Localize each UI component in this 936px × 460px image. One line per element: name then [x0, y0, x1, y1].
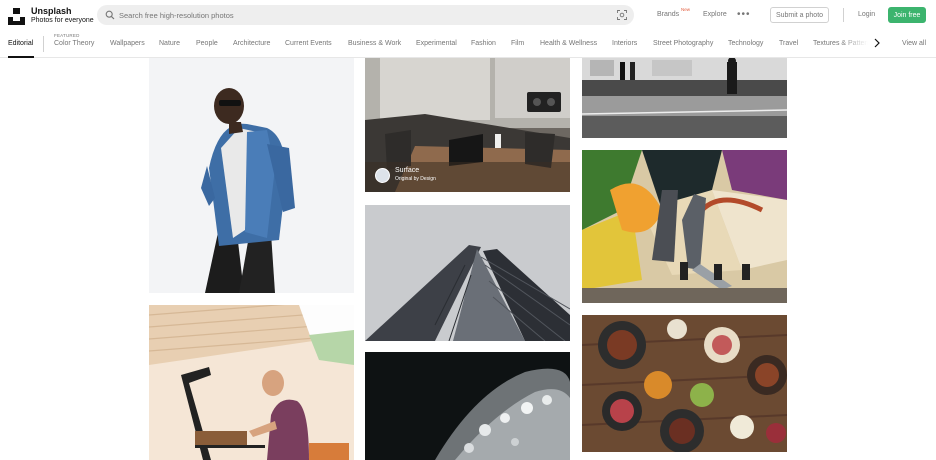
visual-search-icon[interactable]: [617, 10, 627, 20]
topic-experimental[interactable]: Experimental: [416, 40, 457, 47]
explore-link[interactable]: Explore: [703, 11, 727, 18]
sponsor-name: Surface: [395, 167, 420, 174]
topic-fashion[interactable]: Fashion: [471, 40, 496, 47]
brand-tagline: Photos for everyone: [31, 17, 94, 24]
sponsor-subtitle: Original by Design: [395, 176, 436, 182]
photo-skyscraper[interactable]: [365, 205, 570, 341]
search-bar[interactable]: [97, 5, 634, 25]
topic-wallpapers[interactable]: Wallpapers: [110, 40, 145, 47]
featured-label: FEATURED: [54, 33, 80, 38]
photo-bokeh-water[interactable]: [365, 352, 570, 460]
top-header: Unsplash Photos for everyone Brands New …: [0, 0, 936, 30]
view-all-link[interactable]: View all: [902, 40, 926, 47]
login-link[interactable]: Login: [858, 11, 875, 18]
topic-current-events[interactable]: Current Events: [285, 40, 332, 47]
active-tab-indicator: [8, 56, 34, 58]
photo-street-bw[interactable]: [582, 58, 787, 138]
unsplash-logo-icon: [8, 7, 25, 25]
join-free-button[interactable]: Join free: [888, 7, 926, 23]
topic-health-wellness[interactable]: Health & Wellness: [540, 40, 597, 47]
topic-nature[interactable]: Nature: [159, 40, 180, 47]
topic-technology[interactable]: Technology: [728, 40, 763, 47]
topics-divider: [43, 36, 44, 52]
topic-business-work[interactable]: Business & Work: [348, 40, 401, 47]
sponsor-avatar: [375, 167, 390, 183]
photo-graffiti-wall[interactable]: [582, 150, 787, 303]
more-menu-icon[interactable]: •••: [737, 9, 751, 20]
topic-architecture[interactable]: Architecture: [233, 40, 270, 47]
new-badge: New: [681, 7, 691, 12]
topic-interiors[interactable]: Interiors: [612, 40, 637, 47]
topics-bar: Editorial FEATURED Color Theory Wallpape…: [0, 30, 936, 58]
photo-man-denim-jacket[interactable]: [149, 58, 354, 293]
search-icon[interactable]: [105, 10, 115, 20]
sponsor-credit[interactable]: Surface Original by Design: [375, 167, 436, 183]
header-divider: [843, 8, 844, 22]
chevron-right-icon[interactable]: [873, 38, 881, 48]
brand-title: Unsplash: [31, 6, 72, 16]
photo-man-standing-desk[interactable]: [149, 305, 354, 460]
topic-people[interactable]: People: [196, 40, 218, 47]
photo-food-table[interactable]: [582, 315, 787, 452]
topic-street-photography[interactable]: Street Photography: [653, 40, 713, 47]
unsplash-logo[interactable]: Unsplash Photos for everyone: [8, 6, 94, 26]
submit-photo-button[interactable]: Submit a photo: [770, 7, 829, 23]
photo-surface-office[interactable]: Surface Original by Design: [365, 58, 570, 192]
brands-link[interactable]: Brands: [657, 11, 679, 18]
topic-editorial[interactable]: Editorial: [8, 40, 33, 47]
topic-travel[interactable]: Travel: [779, 40, 798, 47]
search-input[interactable]: [119, 8, 599, 22]
topic-color-theory[interactable]: Color Theory: [54, 40, 94, 47]
topic-film[interactable]: Film: [511, 40, 524, 47]
